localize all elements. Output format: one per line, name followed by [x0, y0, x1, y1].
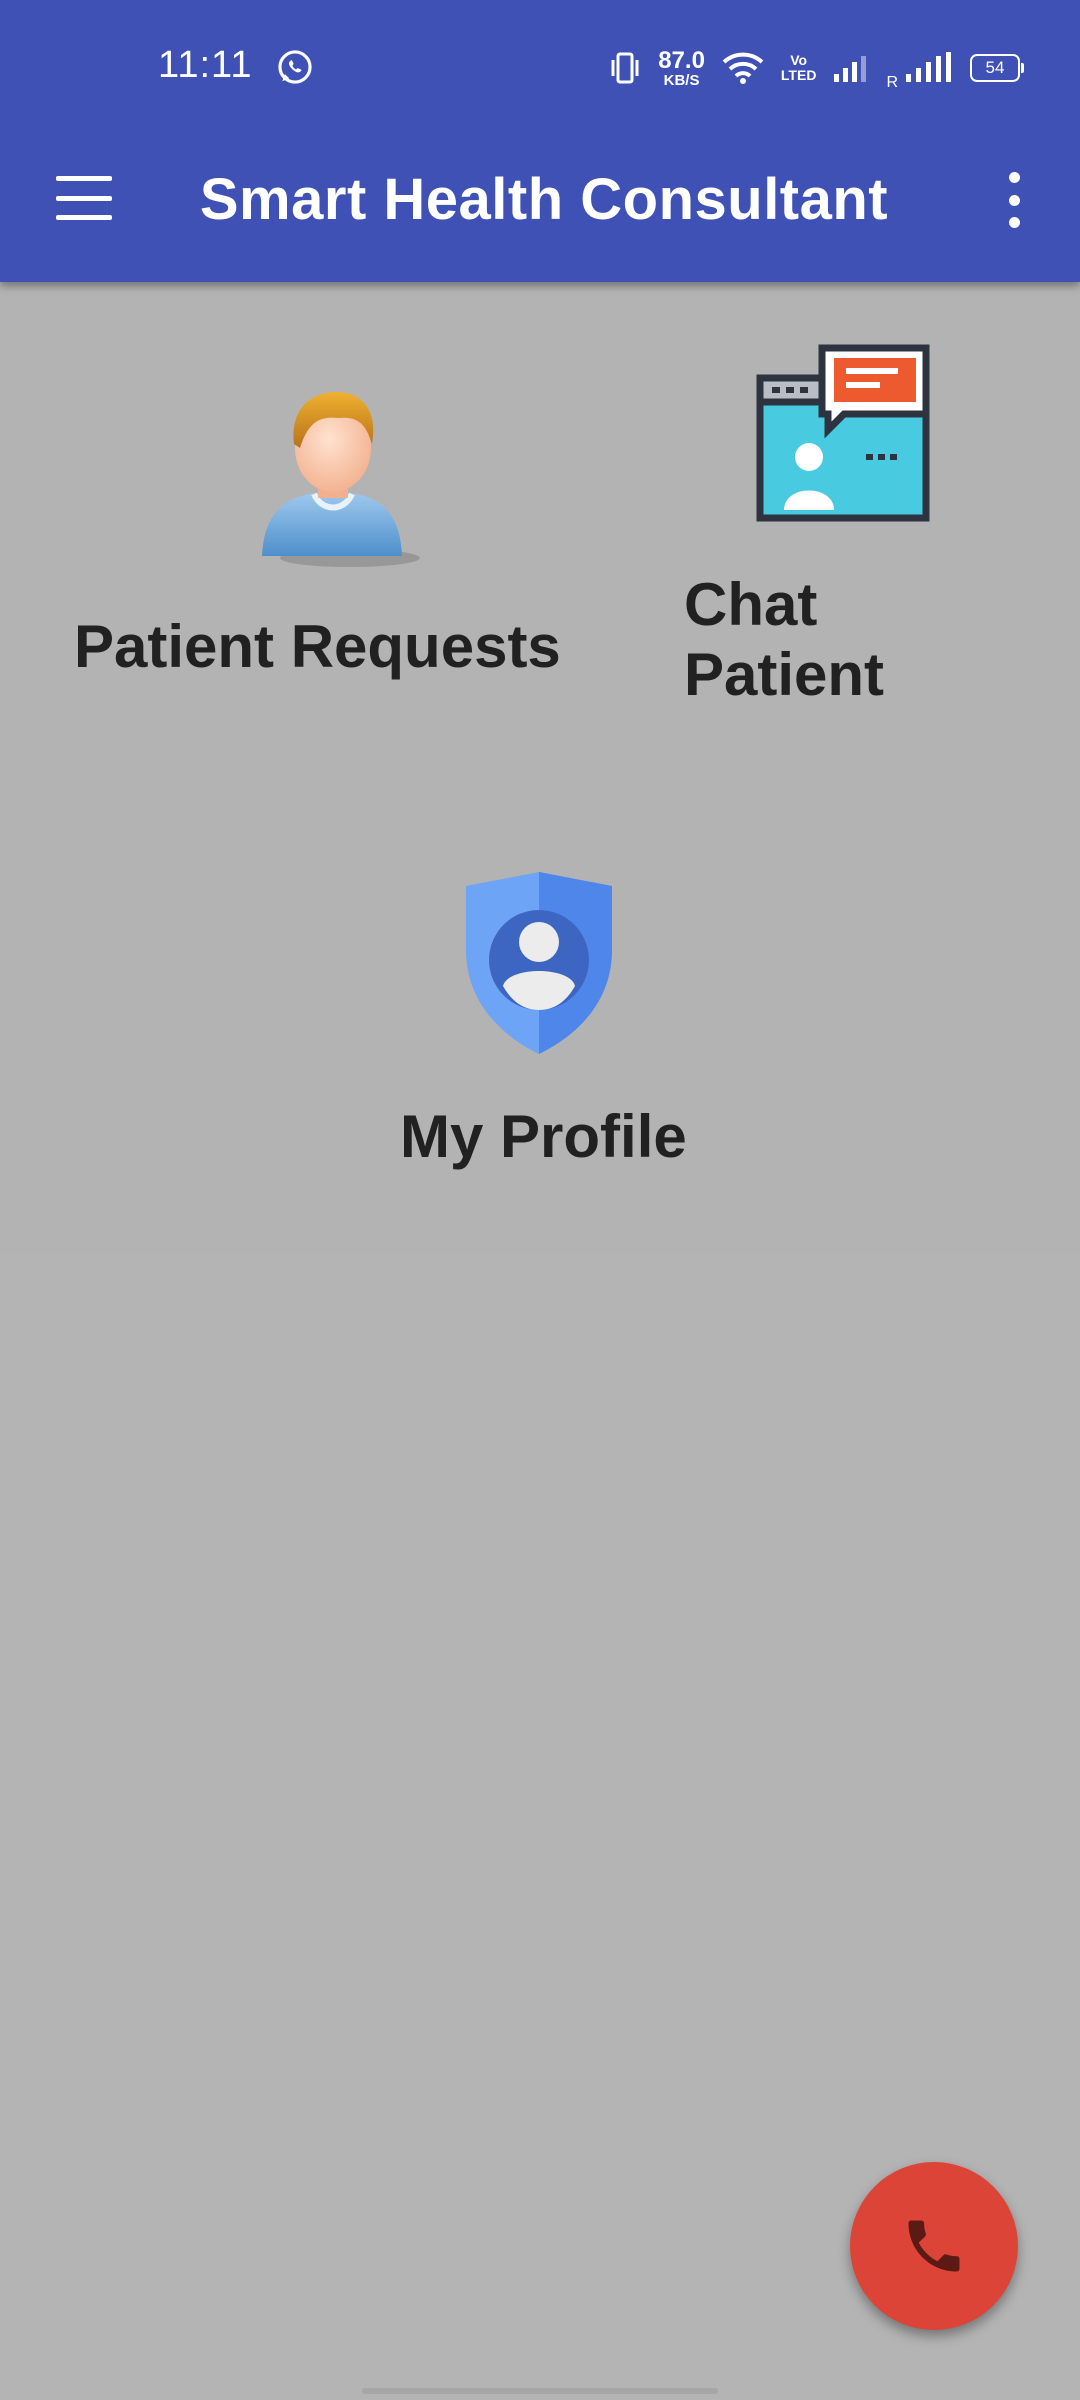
wifi-icon: [722, 52, 764, 84]
battery-icon: 54: [970, 54, 1024, 82]
status-time: 11:11: [158, 44, 253, 86]
gesture-nav-handle[interactable]: [362, 2388, 718, 2394]
signal-sim2-icon: [906, 52, 951, 82]
patient-person-icon: [262, 392, 420, 567]
patient-requests-label: Patient Requests: [74, 613, 561, 680]
page-title: Smart Health Consultant: [199, 167, 889, 232]
roaming-indicator: R: [886, 74, 898, 91]
chat-patient-label: Chat Patient: [684, 571, 885, 708]
whatsapp-icon: [278, 50, 312, 84]
network-speed: 87.0 KB/S: [658, 46, 705, 89]
phone-icon: [908, 2220, 960, 2272]
patient-requests-tile[interactable]: Patient Requests: [40, 340, 600, 720]
status-indicators: 87.0 KB/S Vo LTED R 54: [608, 44, 1024, 92]
chat-patient-tile[interactable]: Chat Patient: [660, 330, 1060, 730]
chat-window-icon: [756, 344, 930, 522]
vibrate-icon: [611, 52, 639, 84]
volte-indicator: Vo LTED: [780, 52, 817, 83]
more-vert-icon[interactable]: [1000, 172, 1028, 228]
signal-sim1-icon: [834, 56, 867, 82]
my-profile-label: My Profile: [400, 1103, 687, 1170]
status-bar: 11:11 87.0 KB/S Vo LTED R 54: [0, 0, 1080, 136]
app-bar: 11:11 87.0 KB/S Vo LTED R 54 Smart Healt…: [0, 0, 1080, 282]
my-profile-tile[interactable]: My Profile: [340, 860, 740, 1190]
profile-shield-icon: [466, 872, 612, 1054]
call-button[interactable]: [850, 2162, 1018, 2330]
